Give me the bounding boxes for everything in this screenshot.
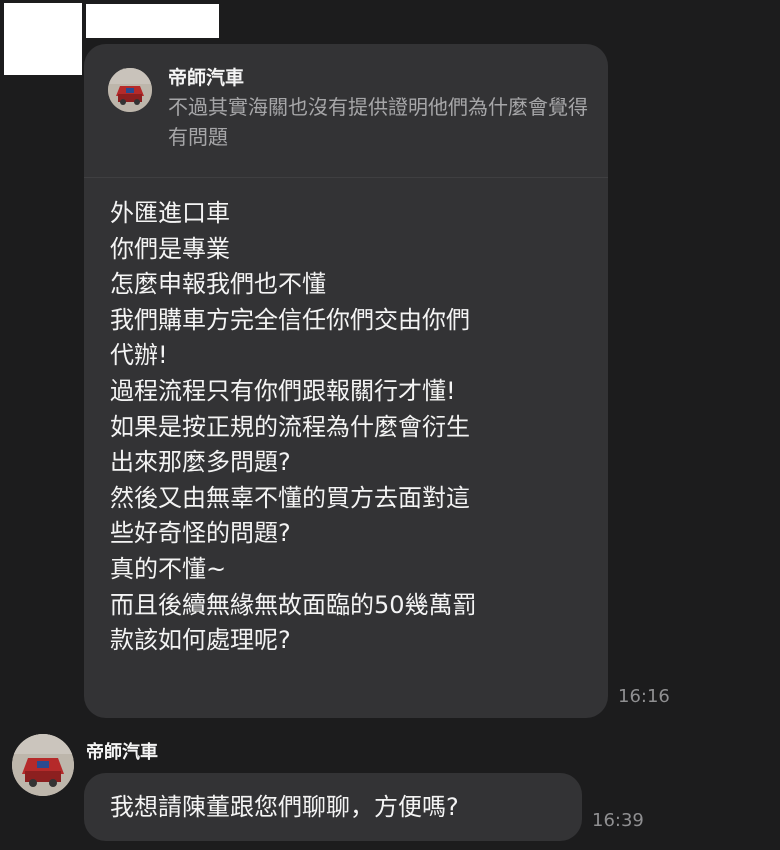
message-bubble[interactable]: 帝師汽車 不過其實海關也沒有提供證明他們為什麼會覺得有問題 外匯進口車 你們是專… bbox=[84, 44, 608, 718]
message-line: 代辦! bbox=[110, 341, 168, 370]
reply-preview[interactable]: 帝師汽車 不過其實海關也沒有提供證明他們為什麼會覺得有問題 bbox=[84, 44, 608, 178]
message-text: 外匯進口車 你們是專業 怎麼申報我們也不懂 我們購車方完全信任你們交由你們 代辦… bbox=[110, 196, 580, 659]
message-line: 我們購車方完全信任你們交由你們 bbox=[110, 305, 470, 334]
redacted-block bbox=[86, 4, 219, 38]
message-line: 出來那麼多問題? bbox=[110, 448, 291, 477]
message-line: 而且後續無緣無故面臨的50幾萬罰 bbox=[110, 590, 477, 619]
message-bubble[interactable]: 我想請陳董跟您們聊聊，方便嗎? bbox=[84, 773, 582, 841]
message-line: 怎麼申報我們也不懂 bbox=[110, 270, 326, 299]
car-logo-avatar-icon bbox=[108, 68, 152, 112]
message-line: 然後又由無辜不懂的買方去面對這 bbox=[110, 483, 470, 512]
message-text: 我想請陳董跟您們聊聊，方便嗎? bbox=[110, 793, 459, 821]
reply-preview-text: 不過其實海關也沒有提供證明他們為什麼會覺得有問題 bbox=[168, 95, 588, 149]
car-logo-avatar-icon[interactable] bbox=[12, 734, 74, 796]
message-line: 如果是按正規的流程為什麼會衍生 bbox=[110, 412, 470, 441]
message-line: 你們是專業 bbox=[110, 234, 230, 263]
message-timestamp: 16:39 bbox=[592, 810, 644, 831]
reply-sender-name: 帝師汽車 bbox=[168, 67, 245, 89]
message-line: 款該如何處理呢? bbox=[110, 626, 291, 655]
sender-name: 帝師汽車 bbox=[86, 742, 158, 763]
message-line: 真的不懂~ bbox=[110, 554, 227, 583]
message-timestamp: 16:16 bbox=[618, 686, 670, 707]
redacted-block bbox=[4, 3, 82, 75]
message-line: 過程流程只有你們跟報關行才懂! bbox=[110, 376, 456, 405]
message-line: 些好奇怪的問題? bbox=[110, 519, 291, 548]
message-line: 外匯進口車 bbox=[110, 199, 230, 227]
